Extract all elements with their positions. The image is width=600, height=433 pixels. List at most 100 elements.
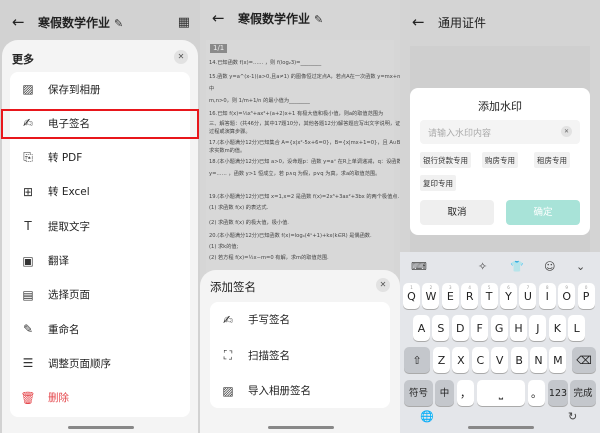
chip-copy[interactable]: 复印专用 — [420, 175, 456, 191]
space-key[interactable]: ⎵ — [477, 380, 525, 406]
handwrite-icon: ✍ — [222, 312, 234, 327]
back-arrow-icon[interactable]: ← — [412, 13, 425, 31]
key-u[interactable]: 7U — [519, 283, 537, 309]
signature-option-0[interactable]: ✍ 手写签名 — [210, 302, 390, 337]
menu-item-6[interactable]: ▤ 选择页面 — [10, 278, 190, 312]
key-hint: 6 — [507, 285, 510, 290]
home-indicator[interactable] — [268, 426, 334, 429]
backspace-key[interactable]: ⌫ — [572, 347, 596, 373]
period-key[interactable]: 。 — [528, 380, 545, 406]
signature-option-2[interactable]: ▨ 导入相册签名 — [210, 373, 390, 408]
save-image-icon: ▨ — [22, 82, 34, 96]
chip-rent[interactable]: 租房专用 — [534, 152, 570, 168]
chinese-key[interactable]: 中 — [435, 380, 454, 406]
clipboard-icon[interactable]: ⌨ — [411, 260, 427, 273]
grid-view-icon[interactable]: ▦ — [178, 15, 190, 30]
key-z[interactable]: Z — [433, 347, 450, 373]
key-k[interactable]: K — [548, 315, 566, 341]
key-m[interactable]: M — [549, 347, 567, 373]
menu-item-5[interactable]: ▣ 翻译 — [10, 244, 190, 278]
ai-icon[interactable]: ✧ — [478, 260, 487, 273]
key-a[interactable]: A — [413, 315, 430, 341]
clear-icon[interactable]: ✕ — [561, 126, 572, 137]
menu-item-2[interactable]: ⎘ 转 PDF — [10, 141, 190, 175]
num-key[interactable]: 123 — [548, 380, 568, 406]
done-key[interactable]: 完成 — [570, 380, 596, 406]
menu-item-8[interactable]: ☰ 调整页面顺序 — [10, 346, 190, 380]
undo-icon[interactable]: ↻ — [568, 410, 577, 423]
close-icon[interactable]: ✕ — [174, 50, 188, 64]
key-q[interactable]: 1Q — [403, 283, 420, 309]
home-indicator[interactable] — [468, 426, 534, 429]
skin-icon[interactable]: 👕 — [510, 260, 524, 273]
doc-title: 寒假数学作业 ✎ — [238, 11, 324, 26]
symbols-key[interactable]: 符号 — [404, 380, 433, 406]
menu-item-label: 删除 — [48, 392, 69, 405]
key-j[interactable]: J — [529, 315, 547, 341]
doc-line: 19.(本小题满分12分)已知 x=1,x=2 是函数 f(x)=2x³+3ax… — [209, 194, 400, 200]
add-signature-sheet: 添加签名 ✕ ✍ 手写签名 ⛶ 扫描签名 ▨ 导入相册签名 — [200, 270, 400, 433]
sheet-title: 更多 — [12, 53, 34, 66]
menu-item-label: 转 Excel — [48, 186, 90, 199]
key-g[interactable]: G — [490, 315, 508, 341]
chip-bank-loan[interactable]: 银行贷款专用 — [420, 152, 471, 168]
rename-icon: ✎ — [22, 322, 34, 337]
key-o[interactable]: 9O — [558, 283, 576, 309]
text-extract-icon: T — [24, 219, 32, 234]
key-d[interactable]: D — [451, 315, 469, 341]
collapse-keyboard-icon[interactable]: ⌄ — [576, 260, 585, 273]
back-arrow-icon[interactable]: ← — [212, 9, 225, 27]
key-e[interactable]: 3E — [441, 283, 459, 309]
menu-item-label: 翻译 — [48, 255, 69, 267]
key-hint: 9 — [565, 285, 568, 290]
home-indicator[interactable] — [68, 426, 134, 429]
doc-line: 17.(本小题满分12分)已知集合 A={x|x²-5x+6=0}，B={x|m… — [209, 140, 400, 146]
key-i[interactable]: 8I — [538, 283, 556, 309]
menu-item-label: 重命名 — [48, 323, 80, 336]
key-v[interactable]: V — [491, 347, 509, 373]
chip-house-purchase[interactable]: 购房专用 — [482, 152, 518, 168]
close-icon[interactable]: ✕ — [376, 278, 390, 292]
edit-pencil-icon[interactable]: ✎ — [314, 13, 323, 26]
key-w[interactable]: 2W — [422, 283, 440, 309]
key-hint: 8 — [546, 285, 549, 290]
doc-line: y=…… ，函数 y>1 恒成立，若 p∧q 为假，p∨q 为真，求a的取值范围… — [209, 171, 381, 177]
key-c[interactable]: C — [471, 347, 489, 373]
key-s[interactable]: S — [432, 315, 450, 341]
key-l[interactable]: L — [568, 315, 586, 341]
shift-key[interactable]: ⇧ — [404, 347, 430, 373]
key-x[interactable]: X — [452, 347, 470, 373]
comma-key[interactable]: ， — [457, 380, 474, 406]
menu-item-3[interactable]: ⊞ 转 Excel — [10, 175, 190, 209]
menu-item-7[interactable]: ✎ 重命名 — [10, 312, 190, 346]
pdf-icon: ⎘ — [23, 150, 33, 165]
signature-options-card: ✍ 手写签名 ⛶ 扫描签名 ▨ 导入相册签名 — [210, 302, 390, 408]
doc-line: 20.(本小题满分12分)已知函数 f(x)=log₄(4ˣ+1)+kx(k∈R… — [209, 233, 372, 239]
globe-icon[interactable]: 🌐 — [420, 410, 434, 423]
menu-item-label: 保存到相册 — [48, 83, 101, 96]
menu-item-4[interactable]: T 提取文字 — [10, 209, 190, 243]
signature-option-1[interactable]: ⛶ 扫描签名 — [210, 338, 390, 373]
key-r[interactable]: 4R — [461, 283, 479, 309]
doc-line: 过程或演算步骤。 — [209, 129, 251, 135]
cancel-button[interactable]: 取消 — [420, 200, 494, 225]
back-arrow-icon[interactable]: ← — [12, 13, 25, 31]
option-label: 手写签名 — [248, 314, 290, 326]
menu-item-label: 选择页面 — [48, 289, 90, 302]
page-badge: 1/1 — [210, 44, 228, 53]
key-h[interactable]: H — [510, 315, 527, 341]
edit-pencil-icon[interactable]: ✎ — [114, 17, 123, 30]
watermark-input[interactable]: 请输入水印内容 ✕ — [420, 120, 580, 144]
key-f[interactable]: F — [471, 315, 489, 341]
emoji-icon[interactable]: ☺ — [544, 260, 555, 273]
menu-item-0[interactable]: ▨ 保存到相册 — [10, 72, 190, 106]
menu-item-9[interactable]: 🗑 删除 — [10, 381, 190, 415]
key-p[interactable]: 0P — [577, 283, 595, 309]
key-y[interactable]: 6Y — [500, 283, 517, 309]
key-b[interactable]: B — [510, 347, 528, 373]
key-hint: 5 — [487, 285, 491, 290]
key-t[interactable]: 5T — [480, 283, 498, 309]
key-n[interactable]: N — [530, 347, 547, 373]
excel-icon: ⊞ — [22, 184, 34, 199]
confirm-button[interactable]: 确定 — [506, 200, 580, 225]
